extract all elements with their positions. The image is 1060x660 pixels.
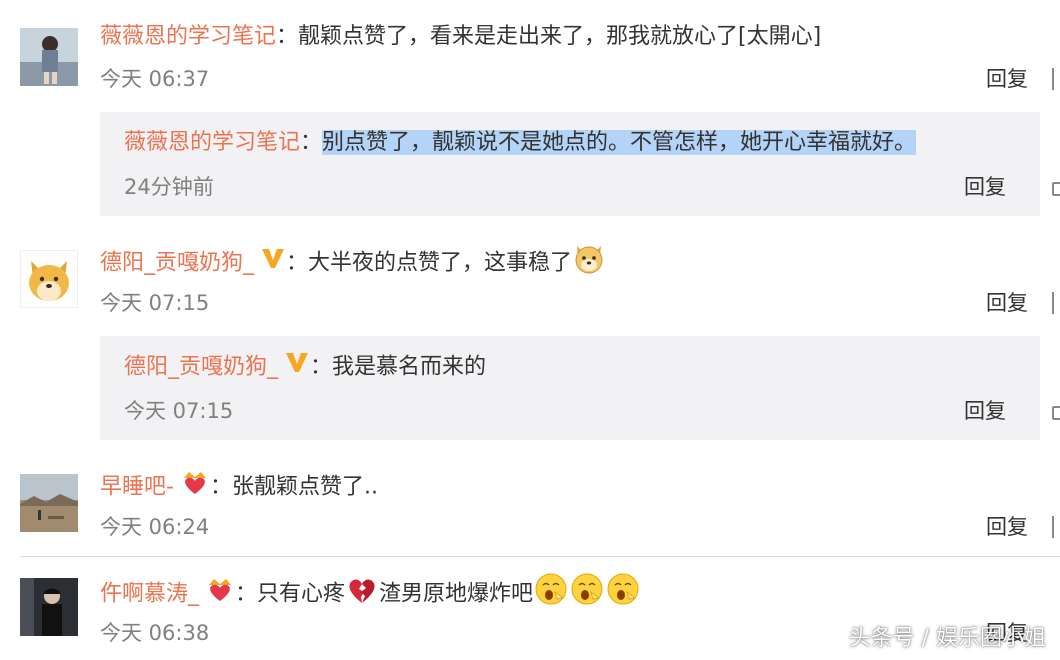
reply-button[interactable]: 回复 xyxy=(986,288,1028,318)
reply-button[interactable]: 回复 xyxy=(986,64,1028,94)
avatar-doge-icon xyxy=(21,251,77,307)
sub-reply-text: 别点赞了，靓颖说不是她点的。不管怎样，她开心幸福就好。 xyxy=(322,130,917,155)
comment-body: 仵啊慕涛_ ：只有心疼 渣男原地爆炸吧 xyxy=(100,572,641,617)
v-badge-icon xyxy=(284,350,310,385)
username-link[interactable]: 早睡吧- xyxy=(100,475,174,500)
avatar[interactable] xyxy=(20,578,78,636)
sub-reply-time: 今天 07:15 xyxy=(124,399,234,423)
more-icon[interactable] xyxy=(1052,516,1060,538)
crown-heart-badge-icon xyxy=(180,468,210,507)
avatar-photo-girl-icon xyxy=(20,28,78,86)
v-badge-icon xyxy=(260,246,286,281)
colon: ： xyxy=(310,354,333,380)
comment-body: 德阳_贡嘎奶狗_ ：大半夜的点赞了，这事稳了 xyxy=(100,242,606,285)
username-link[interactable]: 德阳_贡嘎奶狗_ xyxy=(100,251,254,276)
crown-heart-badge-icon xyxy=(205,575,235,614)
avatar-desert-landscape-icon xyxy=(20,474,78,532)
comment-text: 大半夜的点赞了，这事稳了 xyxy=(308,250,573,276)
username-link[interactable]: 薇薇恩的学习笔记 xyxy=(124,130,300,155)
sub-reply-body: 德阳_贡嘎奶狗_ ：我是慕名而来的 xyxy=(124,350,486,385)
like-icon[interactable] xyxy=(1052,406,1060,420)
more-icon[interactable] xyxy=(1052,292,1060,314)
more-icon[interactable] xyxy=(1052,68,1060,90)
watermark: 头条号 / 娱乐圈小姐 xyxy=(848,626,1046,651)
doge-emoji-icon xyxy=(572,242,606,285)
yawn-face-emoji-icon xyxy=(533,572,569,617)
colon: ： xyxy=(235,581,258,607)
username-link[interactable]: 德阳_贡嘎奶狗_ xyxy=(124,355,278,380)
reply-button[interactable]: 回复 xyxy=(964,172,1006,202)
avatar-photo-man-icon xyxy=(20,578,78,636)
colon: ： xyxy=(209,474,232,500)
colon: ： xyxy=(300,130,323,155)
comment-text-2: 渣男原地爆炸吧 xyxy=(379,581,534,607)
like-icon[interactable] xyxy=(1052,182,1060,196)
colon: ： xyxy=(276,24,299,49)
colon: ： xyxy=(286,250,309,276)
comment-time: 今天 06:37 xyxy=(100,67,210,91)
sub-reply-time: 24分钟前 xyxy=(124,175,214,199)
avatar[interactable] xyxy=(20,474,78,532)
comment-text: 张靓颖点赞了.. xyxy=(231,474,378,500)
comment-time: 今天 06:38 xyxy=(100,621,210,645)
yawn-face-emoji-icon xyxy=(605,572,641,617)
comment-body: 早睡吧- ：张靓颖点赞了.. xyxy=(100,468,378,507)
comment-time: 今天 07:15 xyxy=(100,291,210,315)
comment-body: 薇薇恩的学习笔记：靓颖点赞了，看来是走出来了，那我就放心了[太開心] xyxy=(100,20,821,54)
avatar[interactable] xyxy=(20,28,78,86)
reply-button[interactable]: 回复 xyxy=(964,396,1006,426)
sub-reply-body: 薇薇恩的学习笔记：别点赞了，靓颖说不是她点的。不管怎样，她开心幸福就好。 xyxy=(124,126,917,160)
username-link[interactable]: 仵啊慕涛_ xyxy=(100,582,199,607)
sub-reply: 薇薇恩的学习笔记：别点赞了，靓颖说不是她点的。不管怎样，她开心幸福就好。 24分… xyxy=(100,112,1060,216)
username-link[interactable]: 薇薇恩的学习笔记 xyxy=(100,24,276,49)
comment-text: 只有心疼 xyxy=(257,581,346,607)
sub-reply: 德阳_贡嘎奶狗_ ：我是慕名而来的 今天 07:15 回复 xyxy=(100,336,1060,440)
divider xyxy=(20,556,1060,557)
comment-time: 今天 06:24 xyxy=(100,515,210,539)
avatar[interactable] xyxy=(20,250,78,308)
broken-heart-emoji-icon xyxy=(345,573,379,616)
reply-button[interactable]: 回复 xyxy=(986,512,1028,542)
comment-text: 靓颖点赞了，看来是走出来了，那我就放心了[太開心] xyxy=(298,24,822,49)
sub-reply-text: 我是慕名而来的 xyxy=(332,354,487,380)
yawn-face-emoji-icon xyxy=(569,572,605,617)
